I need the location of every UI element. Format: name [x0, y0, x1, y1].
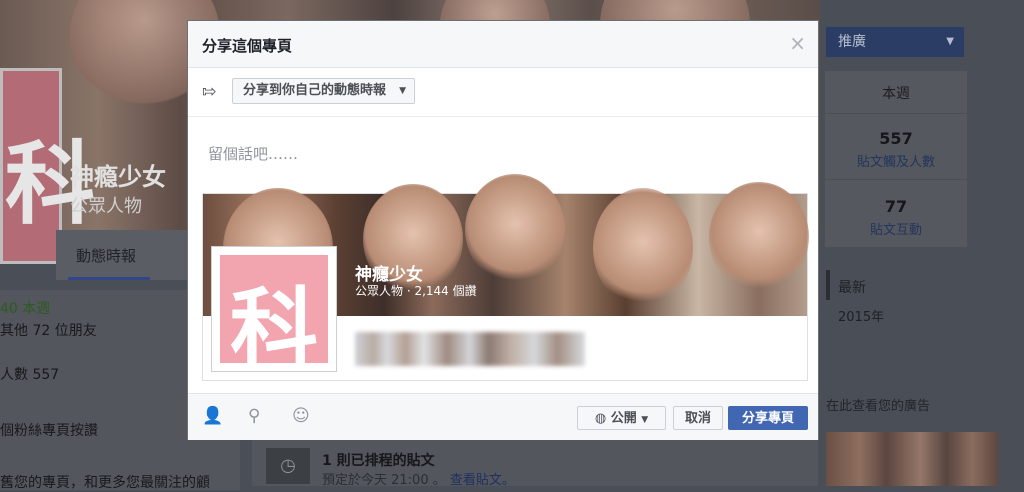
cancel-button[interactable]: 取消 — [673, 406, 723, 430]
dialog-header: 分享這個專頁 × — [188, 21, 818, 68]
preview-profile-picture: 科 — [211, 246, 337, 381]
preview-thumb-char: 科 — [230, 277, 319, 381]
friend-avatars-blurred — [355, 332, 585, 366]
page-preview-card[interactable]: 科 神癮少女 公眾人物 · 2,144 個讚 — [202, 174, 809, 381]
stats-panel: 本週 557 貼文觸及人數 77 貼文互動 — [824, 70, 968, 248]
chevron-down-icon: ▼ — [946, 36, 954, 47]
engagement-value: 77 — [884, 197, 908, 216]
globe-icon: ◍ — [594, 411, 607, 426]
dialog-title: 分享這個專頁 — [202, 37, 293, 55]
share-target-dropdown[interactable]: 分享到你自己的動態時報 ▼ — [232, 78, 416, 104]
page-category: 公眾人物 — [70, 196, 142, 217]
profile-picture[interactable]: 科 — [0, 68, 95, 264]
share-page-button[interactable]: 分享專頁 — [728, 406, 808, 430]
ad-image[interactable] — [826, 432, 998, 486]
boost-label: 推廣 — [838, 34, 866, 50]
likes-this-week[interactable]: 40 本週 — [0, 298, 50, 318]
comment-input[interactable]: 留個話吧…… — [208, 143, 298, 164]
page-name: 神瘾少女 — [70, 163, 166, 191]
engagement-label[interactable]: 貼文互動 — [825, 219, 967, 238]
promo-text: 舊您的專頁，和更多您最關注的顧 — [0, 475, 210, 491]
page-likes: 個粉絲專頁按讚 — [0, 423, 98, 439]
friends-like[interactable]: 其他 72 位朋友 — [0, 320, 97, 340]
share-target-label: 分享到你自己的動態時報 — [243, 83, 387, 98]
year-label[interactable]: 2015年 — [838, 306, 884, 325]
tab-active-indicator — [68, 277, 150, 280]
share-page-dialog: 分享這個專頁 × ⇰ 分享到你自己的動態時報 ▼ 留個話吧…… 科 神癮少女 公… — [187, 20, 819, 440]
add-friend-icon[interactable]: 👤 — [202, 406, 223, 426]
ads-label: 在此查看您的廣告 — [826, 399, 931, 414]
share-icon: ⇰ — [202, 82, 217, 102]
smiley-icon[interactable]: ☺ — [292, 406, 310, 426]
boost-button[interactable]: 推廣 ▼ — [826, 27, 964, 57]
privacy-selector[interactable]: ◍ 公開 ▼ — [577, 406, 666, 430]
chevron-down-icon: ▼ — [399, 86, 407, 96]
scheduled-subtitle: 預定於今天 21:00 。 查看貼文。 — [322, 469, 515, 488]
privacy-label: 公開 — [610, 411, 637, 426]
close-icon[interactable]: × — [789, 31, 806, 55]
tab-timeline[interactable]: 動態時報 — [76, 245, 136, 266]
preview-page-subtitle: 公眾人物 · 2,144 個讚 — [355, 284, 477, 298]
scheduled-title: 1 則已排程的貼文 — [322, 453, 435, 469]
reach-value: 557 — [879, 129, 913, 148]
dialog-footer: 👤 ⚲ ☺ ◍ 公開 ▼ 取消 分享專頁 — [188, 393, 818, 440]
scheduled-post: ◷ 1 則已排程的貼文 預定於今天 21:00 。 查看貼文。 — [252, 440, 818, 488]
chevron-down-icon: ▼ — [641, 415, 649, 425]
location-pin-icon[interactable]: ⚲ — [248, 406, 260, 426]
share-target-row: ⇰ 分享到你自己的動態時報 ▼ — [188, 68, 818, 117]
stats-header: 本週 — [882, 86, 910, 102]
latest-label[interactable]: 最新 — [838, 277, 866, 297]
reach-label[interactable]: 貼文觸及人數 — [825, 151, 967, 170]
latest-indicator — [826, 270, 830, 300]
clock-icon: ◷ — [266, 448, 310, 484]
reach-count: 人數 557 — [0, 367, 60, 383]
